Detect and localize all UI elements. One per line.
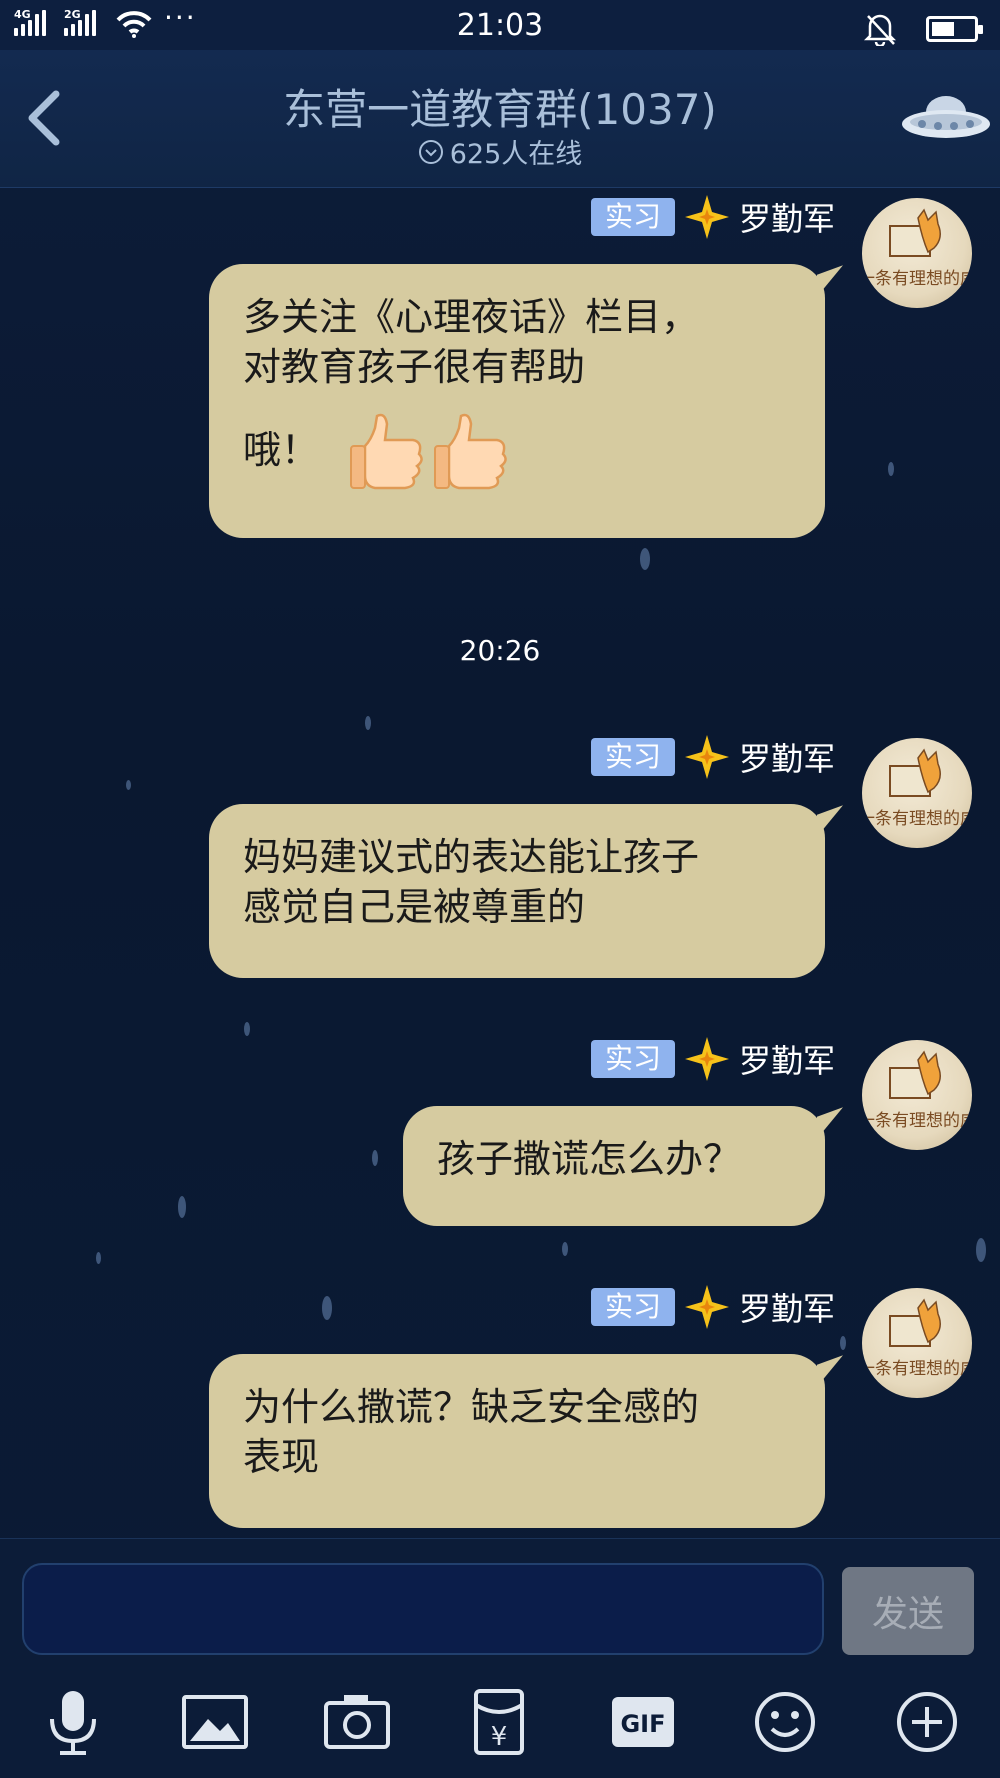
- avatar-caption: 一条有理想的咸: [862, 269, 972, 289]
- message-meta: 实习 罗勤军: [590, 194, 835, 240]
- sender-name[interactable]: 罗勤军: [739, 1284, 835, 1330]
- plus-icon[interactable]: [892, 1687, 962, 1757]
- yen-label: ¥: [491, 1722, 508, 1752]
- emoji-icon[interactable]: [750, 1687, 820, 1757]
- thumbs-up-emoji-icon: [434, 413, 507, 490]
- avatar-caption: 一条有理想的咸: [862, 1359, 972, 1379]
- gif-label: GIF: [620, 1710, 665, 1738]
- avatar[interactable]: 一条有理想的咸: [862, 1040, 972, 1150]
- message-meta: 实习 罗勤军: [590, 1036, 835, 1082]
- message-text: 妈妈建议式的表达能让孩子: [243, 835, 700, 879]
- send-button[interactable]: 发送: [842, 1567, 974, 1655]
- message-bubble[interactable]: 多关注《心理夜话》栏目， 对教育孩子很有帮助 哦！: [209, 264, 825, 538]
- cat-avatar-icon: [889, 1298, 941, 1347]
- clock: 21:03: [456, 8, 544, 43]
- cat-avatar-icon: [889, 208, 941, 257]
- message-bubble[interactable]: 孩子撒谎怎么办？: [403, 1106, 825, 1226]
- avatar[interactable]: 一条有理想的咸: [862, 1288, 972, 1398]
- message-bubble[interactable]: 为什么撒谎？缺乏安全感的 表现: [209, 1354, 825, 1528]
- message-meta: 实习 罗勤军: [590, 1284, 835, 1330]
- avatar[interactable]: 一条有理想的咸: [862, 198, 972, 308]
- member-badge: 实习: [590, 738, 675, 776]
- message-timestamp: 20:26: [459, 634, 541, 667]
- bg-star: [562, 1242, 568, 1256]
- input-area: 发送 ¥ GIF: [0, 1538, 1000, 1778]
- message-text-row: 哦！: [243, 410, 791, 490]
- member-badge: 实习: [590, 1040, 675, 1078]
- online-status[interactable]: 625人在线: [0, 132, 1000, 171]
- camera-icon[interactable]: [322, 1687, 392, 1757]
- member-star-icon: [684, 735, 729, 779]
- thumbs-up-emoji-icon: [350, 413, 423, 490]
- microphone-icon[interactable]: [38, 1687, 108, 1757]
- bg-star: [888, 462, 894, 476]
- bg-star: [976, 1238, 986, 1262]
- cat-avatar-icon: [889, 1050, 941, 1099]
- red-packet-icon[interactable]: ¥: [464, 1687, 534, 1757]
- group-menu-ufo-icon[interactable]: [898, 84, 994, 150]
- avatar-caption: 一条有理想的咸: [862, 1111, 972, 1131]
- message-text: 对教育孩子很有帮助: [243, 345, 586, 389]
- message-bubble[interactable]: 妈妈建议式的表达能让孩子 感觉自己是被尊重的: [209, 804, 825, 978]
- bell-muted-icon: [864, 14, 896, 46]
- member-badge: 实习: [590, 198, 675, 236]
- avatar[interactable]: 一条有理想的咸: [862, 738, 972, 848]
- sender-name[interactable]: 罗勤军: [739, 1036, 835, 1082]
- message-text: 为什么撒谎？缺乏安全感的: [243, 1385, 700, 1429]
- message-text: 孩子撒谎怎么办？: [437, 1137, 742, 1181]
- bg-star: [244, 1022, 250, 1036]
- status-bar: 4G 2G ··· 21:03: [0, 0, 1000, 50]
- bg-star: [126, 780, 131, 790]
- status-right: [864, 12, 983, 46]
- sender-name[interactable]: 罗勤军: [739, 734, 835, 780]
- member-badge: 实习: [590, 1288, 675, 1326]
- chevron-circle-icon: [418, 139, 443, 164]
- bg-star: [365, 716, 371, 730]
- message-text: 感觉自己是被尊重的: [243, 885, 586, 929]
- message-text: 多关注《心理夜话》栏目，: [243, 295, 700, 339]
- message-text: 哦！: [243, 428, 320, 472]
- avatar-caption: 一条有理想的咸: [862, 809, 972, 829]
- message-meta: 实习 罗勤军: [590, 734, 835, 780]
- chat-header: 东营一道教育群(1037) 625人在线: [0, 50, 1000, 188]
- bg-star: [640, 548, 650, 570]
- member-star-icon: [684, 195, 729, 239]
- member-star-icon: [684, 1285, 729, 1329]
- online-count: 625人在线: [449, 139, 583, 170]
- sender-name[interactable]: 罗勤军: [739, 194, 835, 240]
- gif-icon[interactable]: GIF: [608, 1687, 678, 1757]
- message-input[interactable]: [22, 1563, 824, 1655]
- member-star-icon: [684, 1037, 729, 1081]
- image-icon[interactable]: [180, 1687, 250, 1757]
- bg-star: [372, 1150, 378, 1166]
- group-title[interactable]: 东营一道教育群(1037): [0, 76, 1000, 137]
- input-toolbar: ¥ GIF: [0, 1687, 1000, 1767]
- bg-star: [840, 1336, 846, 1350]
- bg-star: [96, 1252, 101, 1264]
- cat-avatar-icon: [889, 748, 941, 797]
- bg-star: [178, 1196, 186, 1218]
- battery-icon: [926, 16, 983, 42]
- message-text: 表现: [243, 1435, 320, 1479]
- bg-star: [322, 1296, 332, 1320]
